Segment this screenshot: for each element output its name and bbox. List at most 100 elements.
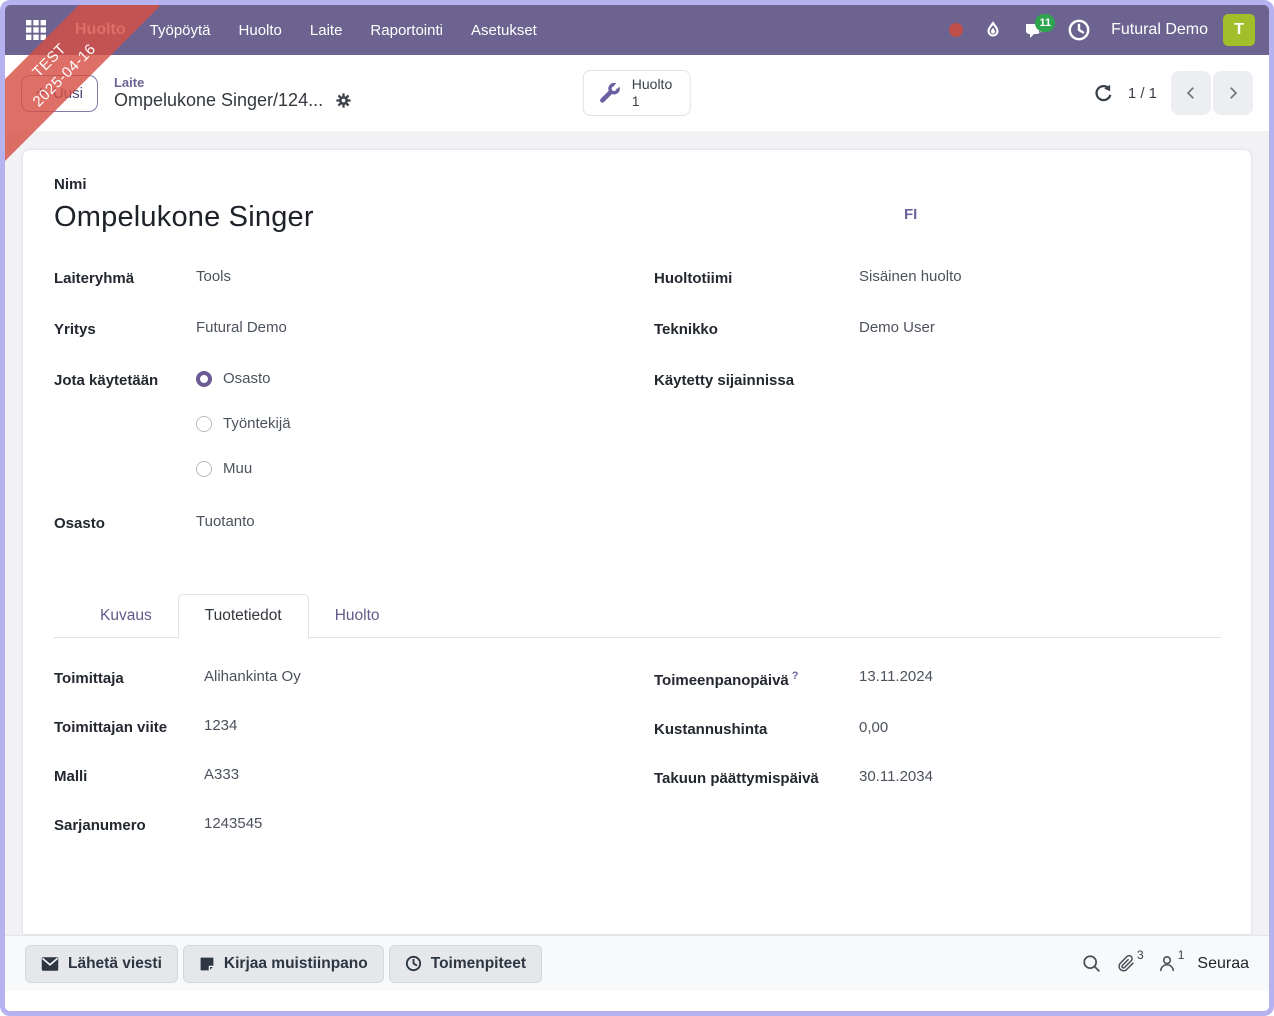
radio-icon[interactable] xyxy=(196,460,212,477)
field-row-huoltotiimi: Huoltotiimi Sisäinen huolto xyxy=(654,268,1221,287)
control-panel-left: + Uusi Laite Ompelukone Singer/124... xyxy=(21,74,637,112)
company-switcher[interactable]: Futural Demo xyxy=(1105,21,1214,39)
send-message-button[interactable]: Lähetä viesti xyxy=(25,944,178,983)
nav-item-tyopoyta[interactable]: Työpöytä xyxy=(136,8,225,53)
current-app-name[interactable]: Huolto xyxy=(75,21,126,39)
attachments-button[interactable]: 3 xyxy=(1116,948,1144,974)
record-dot-icon xyxy=(949,23,964,37)
name-field-label: Nimi xyxy=(54,176,87,193)
pager-prev-button[interactable] xyxy=(1171,71,1211,115)
droplet-icon xyxy=(987,21,999,37)
apps-menu-button[interactable] xyxy=(19,13,53,47)
tab-huolto[interactable]: Huolto xyxy=(309,595,406,637)
field-label: Laiteryhmä xyxy=(54,270,135,287)
envelope-icon xyxy=(41,956,59,971)
field-value[interactable]: A333 xyxy=(204,766,239,785)
field-row-yritys: Yritys Futural Demo xyxy=(54,319,654,338)
nav-item-raportointi[interactable]: Raportointi xyxy=(356,8,457,53)
field-row-toimittaja: Toimittaja Alihankinta Oy xyxy=(54,668,654,687)
field-label: Toimeenpanopäivä? xyxy=(654,670,799,689)
search-messages-button[interactable] xyxy=(1081,953,1102,974)
field-value[interactable]: 1243545 xyxy=(204,815,262,834)
log-note-button[interactable]: Kirjaa muistiinpano xyxy=(182,944,384,983)
follower-count: 1 xyxy=(1177,948,1185,962)
stat-button-value: 1 xyxy=(631,93,640,109)
note-icon xyxy=(200,957,214,970)
usage-radio-group: Osasto Työntekijä Muu xyxy=(196,370,291,477)
field-label: Jota käytetään xyxy=(54,372,159,389)
field-value[interactable]: Sisäinen huolto xyxy=(859,268,962,287)
send-message-label: Lähetä viesti xyxy=(68,954,162,972)
attachment-count: 3 xyxy=(1137,948,1144,962)
app-window: TEST 2025-04-16 Huolto Työpöytä Huolto L… xyxy=(0,0,1274,1016)
field-row-malli: Malli A333 xyxy=(54,766,654,785)
nav-item-asetukset[interactable]: Asetukset xyxy=(457,8,551,53)
droplet-button[interactable] xyxy=(976,13,1010,47)
field-row-laiteryhma: Laiteryhmä Tools xyxy=(54,268,654,287)
equipment-name-title[interactable]: Ompelukone Singer xyxy=(54,201,1221,234)
field-row-toimittajan-viite: Toimittajan viite 1234 xyxy=(54,717,654,736)
field-row-toimeenpanopaiva: Toimeenpanopäivä? 13.11.2024 xyxy=(654,668,1221,689)
translation-flag-button[interactable]: FI xyxy=(904,206,917,223)
nav-item-huolto[interactable]: Huolto xyxy=(225,8,296,53)
breadcrumb-parent-link[interactable]: Laite xyxy=(114,75,352,90)
activities-schedule-button[interactable]: Toimenpiteet xyxy=(388,944,543,983)
field-label: Kustannushinta xyxy=(654,721,768,738)
follow-button[interactable]: Seuraa xyxy=(1197,955,1249,973)
radio-icon[interactable] xyxy=(196,415,212,432)
field-row-kustannushinta: Kustannushinta 0,00 xyxy=(654,719,1221,738)
field-value[interactable]: 0,00 xyxy=(859,719,888,738)
nav-item-laite[interactable]: Laite xyxy=(296,8,357,53)
navbar: Huolto Työpöytä Huolto Laite Raportointi… xyxy=(5,5,1269,55)
field-value[interactable]: 1234 xyxy=(204,717,237,736)
followers-button[interactable]: 1 xyxy=(1157,948,1184,974)
radio-selected-icon[interactable] xyxy=(196,370,212,387)
field-row-jota-kaytetaan: Jota käytetään Osasto Työntekijä Muu xyxy=(54,370,654,477)
settings-gear-button[interactable] xyxy=(335,92,352,109)
pager xyxy=(1171,71,1253,115)
field-value[interactable]: Tuotanto xyxy=(196,513,255,532)
messages-button[interactable]: 11 xyxy=(1019,13,1056,47)
field-row-takuun-paattymispaiva: Takuun päättymispäivä 30.11.2034 xyxy=(654,768,1221,787)
field-value[interactable]: Tools xyxy=(196,268,231,287)
field-label: Teknikko xyxy=(654,321,718,338)
tab-tuotetiedot[interactable]: Tuotetiedot xyxy=(177,594,309,638)
help-icon[interactable]: ? xyxy=(792,670,799,682)
radio-option-tyontekija[interactable]: Työntekijä xyxy=(196,415,291,432)
field-value[interactable]: Futural Demo xyxy=(196,319,287,338)
pager-next-button[interactable] xyxy=(1213,71,1253,115)
chatter-bar: Lähetä viesti Kirjaa muistiinpano Toimen… xyxy=(5,935,1269,991)
tab-kuvaus[interactable]: Kuvaus xyxy=(74,595,178,637)
field-label: Huoltotiimi xyxy=(654,270,733,287)
refresh-button[interactable] xyxy=(1093,83,1114,104)
notebook-tabs: Kuvaus Tuotetiedot Huolto xyxy=(54,594,1221,638)
field-value[interactable]: 30.11.2034 xyxy=(859,768,933,787)
pager-counter: 1 / 1 xyxy=(1127,84,1157,102)
nav-menu: Työpöytä Huolto Laite Raportointi Asetuk… xyxy=(136,8,551,53)
new-button[interactable]: + Uusi xyxy=(21,74,98,112)
person-icon xyxy=(1159,956,1174,972)
control-panel-right: 1 / 1 xyxy=(637,71,1253,115)
log-note-label: Kirjaa muistiinpano xyxy=(223,954,368,972)
chevron-left-icon xyxy=(1186,87,1194,99)
navbar-right: 11 Futural Demo T xyxy=(949,13,1255,47)
refresh-icon xyxy=(1095,84,1112,101)
field-row-sarjanumero: Sarjanumero 1243545 xyxy=(54,815,654,834)
radio-option-muu[interactable]: Muu xyxy=(196,460,291,477)
activity-clock-icon xyxy=(1068,19,1090,41)
gear-icon xyxy=(336,93,351,108)
radio-option-osasto[interactable]: Osasto xyxy=(196,370,291,387)
field-value[interactable]: Alihankinta Oy xyxy=(204,668,301,687)
field-value[interactable]: Demo User xyxy=(859,319,935,338)
paperclip-icon xyxy=(1118,954,1134,972)
avatar[interactable]: T xyxy=(1223,14,1255,46)
form-sheet: Nimi Ompelukone Singer FI Laiteryhmä Too… xyxy=(22,149,1252,935)
field-value[interactable]: 13.11.2024 xyxy=(859,668,933,689)
activities-label: Toimenpiteet xyxy=(430,954,527,972)
field-label: Käytetty sijainnissa xyxy=(654,372,795,389)
maintenance-stat-button[interactable]: Huolto 1 xyxy=(582,70,692,116)
chatter-right: 3 1 Seuraa xyxy=(1081,948,1249,974)
activities-button[interactable] xyxy=(1062,13,1096,47)
message-count-badge: 11 xyxy=(1035,14,1056,32)
apps-grid-icon xyxy=(26,20,46,40)
